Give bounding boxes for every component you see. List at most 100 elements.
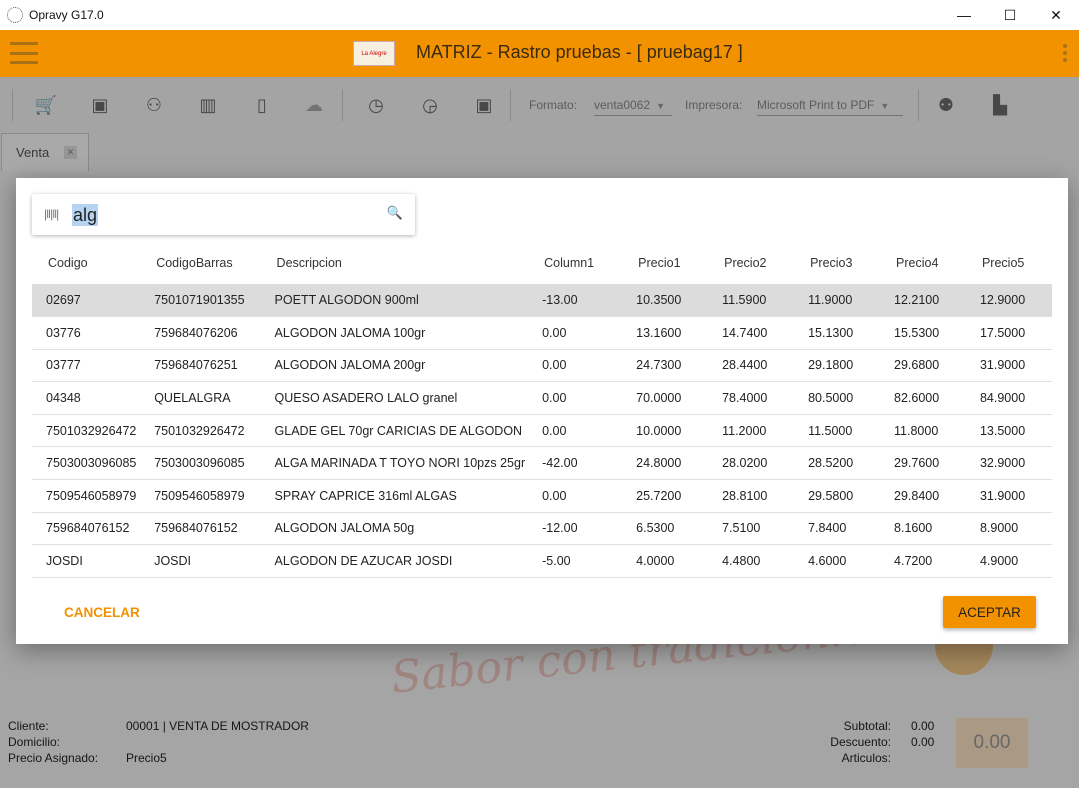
table-cell: 11.5900	[708, 284, 795, 318]
column-header[interactable]: Precio1	[622, 242, 708, 284]
window-titlebar: Opravy G17.0 — ☐ ✕	[0, 0, 1079, 30]
table-cell: 4.6000	[794, 544, 881, 578]
column-header[interactable]: Descripcion	[261, 242, 529, 284]
menu-icon[interactable]	[10, 42, 38, 64]
table-cell: 28.8100	[708, 479, 795, 513]
column-header[interactable]: Precio3	[794, 242, 880, 284]
more-options-icon[interactable]	[1063, 44, 1067, 62]
table-cell: 0.00	[528, 316, 623, 350]
window-title: Opravy G17.0	[29, 8, 104, 22]
table-cell: 11.2000	[708, 414, 795, 448]
table-header-row: Codigo CodigoBarras Descripcion Column1 Prec…	[32, 242, 1052, 284]
table-cell: 7509546058979	[140, 479, 261, 513]
table-cell: 03777	[32, 349, 141, 383]
table-cell: ALGODON JALOMA 100gr	[260, 316, 529, 350]
table-cell: 29.6800	[880, 349, 966, 383]
table-cell: 29.7600	[880, 446, 966, 481]
table-cell: 13.5000	[965, 414, 1052, 448]
table-cell: ALGODON JALOMA 50g	[260, 512, 529, 546]
table-cell: 0.00	[528, 381, 623, 415]
table-cell: 7.8400	[794, 512, 881, 546]
maximize-button[interactable]: ☐	[987, 0, 1033, 30]
table-cell: 759684076206	[140, 316, 261, 350]
table-cell: 80.5000	[794, 381, 881, 415]
table-cell: QUESO ASADERO LALO granel	[260, 381, 529, 415]
table-cell: 29.8400	[880, 479, 966, 513]
table-cell: 25.7200	[622, 479, 709, 513]
table-row[interactable]: JOSDI JOSDI ALGODON DE AZUCAR JOSDI -5.00 4.…	[32, 544, 1052, 578]
table-cell: 7503003096085	[32, 446, 141, 481]
minimize-button[interactable]: —	[941, 0, 987, 30]
search-input[interactable]	[72, 202, 372, 228]
app-title: MATRIZ - Rastro pruebas - [ pruebag17 ]	[416, 42, 743, 62]
table-cell: GLADE GEL 70gr CARICIAS DE ALGODON	[260, 414, 529, 448]
table-cell: 759684076251	[140, 349, 261, 383]
table-row[interactable]: 04348 QUELALGRA QUESO ASADERO LALO granel 0…	[32, 381, 1052, 415]
table-cell: 4.9000	[965, 544, 1052, 578]
app-header: La Alegre MATRIZ - Rastro pruebas - [ pr…	[0, 30, 1079, 77]
table-cell: 02697	[32, 284, 141, 318]
table-cell: 7503003096085	[140, 446, 261, 481]
table-cell: 17.5000	[965, 316, 1052, 350]
table-cell: 31.9000	[965, 349, 1052, 383]
table-cell: 6.5300	[622, 512, 709, 546]
table-row[interactable]: 03777 759684076251 ALGODON JALOMA 200gr 0.0…	[32, 349, 1052, 383]
table-cell: 03776	[32, 316, 141, 350]
table-cell: 12.2100	[880, 284, 966, 318]
column-header[interactable]: CodigoBarras	[140, 242, 260, 284]
table-cell: -5.00	[528, 544, 623, 578]
table-cell: -13.00	[528, 284, 623, 318]
table-cell: 8.9000	[965, 512, 1052, 546]
column-header[interactable]: Codigo	[32, 242, 140, 284]
table-cell: 28.0200	[708, 446, 795, 481]
table-cell: 15.5300	[880, 316, 966, 350]
search-box: |‖|‖| alg 🔍	[32, 194, 415, 235]
table-cell: 759684076152	[32, 512, 141, 546]
table-cell: ALGA MARINADA T TOYO NORI 10pzs 25gr	[260, 446, 529, 481]
table-cell: 78.4000	[708, 381, 795, 415]
table-cell: 29.1800	[794, 349, 881, 383]
table-row[interactable]: 7503003096085 7503003096085 ALGA MARINADA …	[32, 446, 1052, 481]
table-cell: 15.1300	[794, 316, 881, 350]
table-cell: 7501032926472	[140, 414, 261, 448]
table-cell: 31.9000	[965, 479, 1052, 513]
table-row[interactable]: 02697 7501071901355 POETT ALGODON 900ml -13…	[32, 284, 1052, 318]
table-cell: 28.4400	[708, 349, 795, 383]
table-cell: 0.00	[528, 349, 623, 383]
table-cell: 14.7400	[708, 316, 795, 350]
table-cell: 32.9000	[965, 446, 1052, 481]
table-cell: 04348	[32, 381, 141, 415]
table-row[interactable]: 7509546058979 7509546058979 SPRAY CAPRICE …	[32, 479, 1052, 513]
table-cell: 11.5000	[794, 414, 881, 448]
table-cell: 7501032926472	[32, 414, 141, 448]
table-row[interactable]: 03776 759684076206 ALGODON JALOMA 100gr 0.0…	[32, 316, 1052, 350]
app-icon	[7, 7, 23, 23]
column-header[interactable]: Precio2	[708, 242, 794, 284]
column-header[interactable]: Column1	[528, 242, 622, 284]
table-cell: 7509546058979	[32, 479, 141, 513]
table-cell: 0.00	[528, 479, 623, 513]
results-table: Codigo CodigoBarras Descripcion Column1 Prec…	[32, 242, 1052, 578]
table-cell: QUELALGRA	[140, 381, 261, 415]
cancel-button[interactable]: CANCELAR	[48, 596, 156, 628]
accept-button[interactable]: ACEPTAR	[943, 596, 1036, 628]
table-cell: 759684076152	[140, 512, 261, 546]
column-header[interactable]: Precio4	[880, 242, 966, 284]
table-cell: ALGODON DE AZUCAR JOSDI	[260, 544, 529, 578]
table-cell: 28.5200	[794, 446, 881, 481]
table-cell: 7501071901355	[140, 284, 261, 318]
window-controls: — ☐ ✕	[941, 0, 1079, 30]
table-body: 02697 7501071901355 POETT ALGODON 900ml -13…	[32, 284, 1052, 578]
table-row[interactable]: 7501032926472 7501032926472 GLADE GEL 70gr…	[32, 414, 1052, 448]
table-cell: 82.6000	[880, 381, 966, 415]
column-header[interactable]: Precio5	[966, 242, 1052, 284]
table-row[interactable]: 759684076152 759684076152 ALGODON JALOMA 5…	[32, 512, 1052, 546]
barcode-icon: |‖|‖|	[44, 207, 59, 221]
table-cell: 13.1600	[622, 316, 709, 350]
search-icon[interactable]: 🔍	[387, 205, 403, 221]
table-cell: 70.0000	[622, 381, 709, 415]
close-window-button[interactable]: ✕	[1033, 0, 1079, 30]
table-cell: 11.9000	[794, 284, 881, 318]
table-cell: 24.7300	[622, 349, 709, 383]
table-cell: ALGODON JALOMA 200gr	[260, 349, 529, 383]
